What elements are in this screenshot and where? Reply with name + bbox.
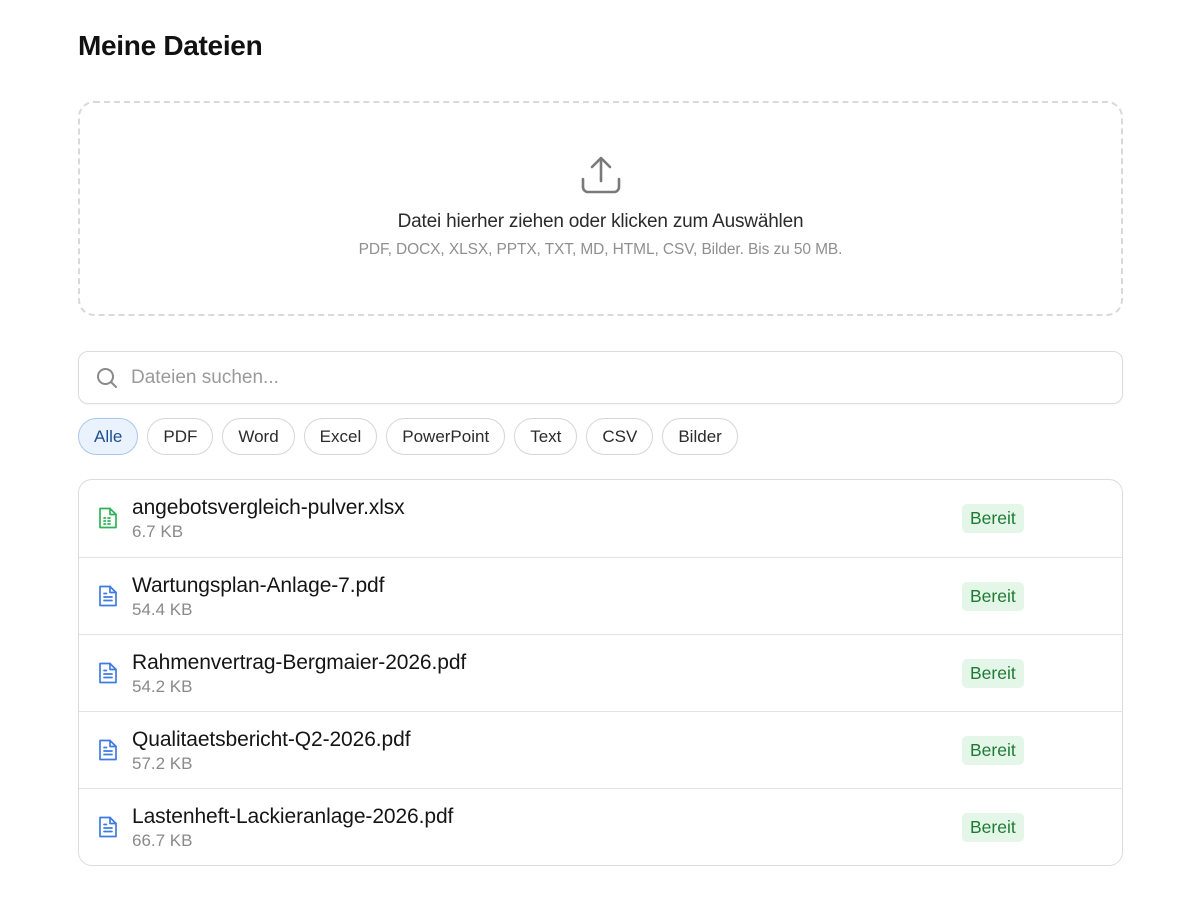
document-file-icon (97, 661, 119, 685)
filter-chip-word[interactable]: Word (222, 418, 295, 455)
filter-chip-text[interactable]: Text (514, 418, 578, 455)
status-badge: Bereit (962, 504, 1024, 533)
file-list: angebotsvergleich-pulver.xlsx 6.7 KB Ber… (78, 479, 1123, 866)
status-badge: Bereit (962, 659, 1024, 688)
file-row[interactable]: Wartungsplan-Anlage-7.pdf 54.4 KB Bereit (79, 557, 1122, 634)
file-row[interactable]: Qualitaetsbericht-Q2-2026.pdf 57.2 KB Be… (79, 711, 1122, 788)
search-bar (78, 351, 1123, 404)
file-name: Qualitaetsbericht-Q2-2026.pdf (132, 728, 411, 751)
file-row[interactable]: Rahmenvertrag-Bergmaier-2026.pdf 54.2 KB… (79, 634, 1122, 711)
file-name: Lastenheft-Lackieranlage-2026.pdf (132, 805, 454, 828)
file-size: 6.7 KB (132, 522, 184, 541)
status-badge: Bereit (962, 813, 1024, 842)
filter-chip-bilder[interactable]: Bilder (662, 418, 738, 455)
upload-icon (579, 153, 623, 197)
filter-chips: Alle PDF Word Excel PowerPoint Text CSV … (78, 418, 738, 456)
document-file-icon (97, 815, 119, 839)
document-file-icon (97, 584, 119, 608)
file-size: 54.2 KB (132, 677, 193, 696)
file-row[interactable]: angebotsvergleich-pulver.xlsx 6.7 KB Ber… (79, 480, 1122, 557)
file-size: 57.2 KB (132, 754, 193, 773)
filter-chip-excel[interactable]: Excel (303, 418, 378, 455)
dropzone-hint: PDF, DOCX, XLSX, PPTX, TXT, MD, HTML, CS… (358, 241, 843, 258)
filter-chip-pdf[interactable]: PDF (147, 418, 214, 455)
upload-dropzone[interactable]: Datei hierher ziehen oder klicken zum Au… (78, 101, 1123, 316)
filter-chip-alle[interactable]: Alle (78, 418, 139, 455)
spreadsheet-file-icon (97, 506, 119, 530)
file-name: Wartungsplan-Anlage-7.pdf (132, 574, 385, 597)
page-title: Meine Dateien (78, 30, 263, 61)
search-icon (95, 366, 119, 390)
filter-chip-csv[interactable]: CSV (586, 418, 654, 455)
document-file-icon (97, 738, 119, 762)
status-badge: Bereit (962, 736, 1024, 765)
dropzone-title: Datei hierher ziehen oder klicken zum Au… (397, 211, 804, 232)
filter-chip-powerpoint[interactable]: PowerPoint (386, 418, 506, 455)
file-size: 66.7 KB (132, 831, 193, 850)
file-name: Rahmenvertrag-Bergmaier-2026.pdf (132, 651, 467, 674)
search-input[interactable] (131, 366, 1091, 389)
file-name: angebotsvergleich-pulver.xlsx (132, 496, 405, 519)
file-size: 54.4 KB (132, 600, 193, 619)
file-row[interactable]: Lastenheft-Lackieranlage-2026.pdf 66.7 K… (79, 788, 1122, 865)
status-badge: Bereit (962, 582, 1024, 611)
